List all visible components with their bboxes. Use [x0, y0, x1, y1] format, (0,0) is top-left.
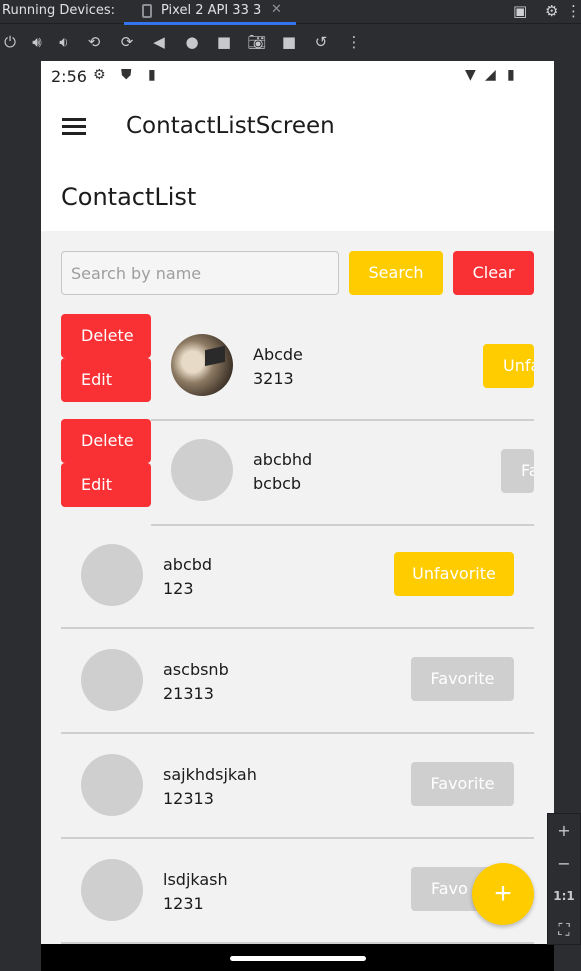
battery-icon: ▮ — [507, 67, 515, 83]
list-item[interactable]: sajkhdsjkah 12313 Favorite — [61, 734, 534, 839]
device-tab[interactable]: Pixel 2 API 33 3 ✕ — [124, 0, 296, 25]
menu-icon[interactable] — [62, 118, 86, 136]
contact-phone: 3213 — [253, 369, 294, 388]
volume-down-icon[interactable]: 🔉︎ — [54, 32, 74, 52]
contact-phone: bcbcb — [253, 474, 302, 493]
video-icon[interactable]: ■ — [279, 32, 299, 52]
close-icon[interactable]: ✕ — [271, 2, 282, 17]
status-time: 2:56 — [51, 67, 87, 86]
more-icon[interactable]: ⋮ — [566, 2, 581, 20]
swipe-actions: Delete Edit — [61, 314, 151, 402]
gesture-nav-bar — [41, 944, 554, 971]
delete-button[interactable]: Delete — [61, 419, 151, 463]
favorite-button[interactable]: Favorite — [411, 762, 514, 806]
contact-name: lsdjkash — [163, 870, 228, 889]
photo-detail — [205, 345, 225, 367]
avatar — [171, 334, 233, 396]
contact-content: Abcde 3213 Unfa — [151, 314, 534, 421]
zoom-actual-size-button[interactable]: 1:1 — [548, 880, 580, 913]
unfavorite-button[interactable]: Unfavorite — [394, 552, 514, 596]
zoom-fit-icon[interactable]: ⛶ — [548, 913, 580, 946]
settings-icon: ⚙ — [93, 67, 106, 83]
home-icon[interactable]: ● — [182, 32, 202, 52]
list-item[interactable]: ascbsnb 21313 Favorite — [61, 629, 534, 734]
edit-button[interactable]: Edit — [61, 358, 151, 402]
emulator-toolbar: ⏻ 🔊︎ 🔉︎ ⟲ ⟳ ◀ ● ■ 📷︎ ■ ↺ ⋮ — [0, 25, 581, 61]
app-bar: ContactListScreen — [41, 91, 554, 163]
shield-icon: ⛊ — [121, 67, 132, 83]
rotate-right-icon[interactable]: ⟳ — [117, 32, 137, 52]
search-input[interactable] — [61, 251, 339, 295]
avatar — [81, 544, 143, 606]
list-item[interactable]: lsdjkash 1231 Favo — [61, 839, 534, 944]
contact-name: ascbsnb — [163, 660, 229, 679]
sd-card-icon: ▮ — [148, 67, 156, 83]
list-item[interactable]: abcbd 123 Unfavorite — [61, 524, 534, 629]
page-title: ContactList — [61, 183, 197, 211]
swipe-actions: Delete Edit — [61, 419, 151, 507]
more-icon[interactable]: ⋮ — [344, 32, 364, 52]
contact-name: abcbd — [163, 555, 213, 574]
favorite-button[interactable]: Fa — [501, 449, 534, 493]
avatar — [81, 649, 143, 711]
unfavorite-button[interactable]: Unfa — [483, 344, 534, 388]
avatar — [171, 439, 233, 501]
add-contact-button[interactable]: + — [472, 863, 534, 925]
camera-icon[interactable]: 📷︎ — [247, 32, 267, 52]
app-title: ContactListScreen — [126, 113, 335, 139]
contact-phone: 123 — [163, 579, 194, 598]
contact-list: Delete Edit Abcde 3213 Unfa Delete Edit … — [61, 314, 534, 944]
overview-icon[interactable]: ■ — [214, 32, 234, 52]
page-header: ContactList — [41, 163, 554, 231]
zoom-out-icon[interactable]: − — [548, 847, 580, 880]
wifi-icon: ▼ — [465, 67, 476, 83]
zoom-in-icon[interactable]: + — [548, 814, 580, 847]
contact-phone: 21313 — [163, 684, 214, 703]
list-item[interactable]: Delete Edit Abcde 3213 Unfa — [61, 314, 534, 421]
favorite-button[interactable]: Favorite — [411, 657, 514, 701]
ide-tab-bar: Running Devices: Pixel 2 API 33 3 ✕ ▣ ⚙ … — [0, 0, 581, 25]
left-gutter — [0, 61, 41, 971]
contact-name: sajkhdsjkah — [163, 765, 257, 784]
signal-icon: ◢ — [485, 67, 496, 83]
contact-name: abcbhd — [253, 450, 313, 469]
running-devices-label: Running Devices: — [2, 3, 116, 18]
search-button[interactable]: Search — [349, 251, 443, 295]
avatar — [81, 754, 143, 816]
contact-phone: 12313 — [163, 789, 214, 808]
layout-icon[interactable]: ▣ — [513, 2, 527, 20]
edit-button[interactable]: Edit — [61, 463, 151, 507]
gear-icon[interactable]: ⚙ — [545, 2, 558, 20]
contact-content: abcbhd bcbcb Fa — [151, 419, 534, 526]
list-item[interactable]: Delete Edit abcbhd bcbcb Fa — [61, 419, 534, 526]
delete-button[interactable]: Delete — [61, 314, 151, 358]
phone-icon — [142, 4, 152, 18]
power-icon[interactable]: ⏻ — [0, 32, 20, 52]
clear-button[interactable]: Clear — [453, 251, 534, 295]
volume-up-icon[interactable]: 🔊︎ — [27, 32, 47, 52]
zoom-panel: + − 1:1 ⛶ — [547, 813, 581, 945]
rotate-left-icon[interactable]: ⟲ — [84, 32, 104, 52]
device-tab-label: Pixel 2 API 33 3 — [161, 3, 262, 18]
avatar — [81, 859, 143, 921]
home-pill[interactable] — [230, 956, 366, 961]
device-screen: 2:56 ⚙ ⛊ ▮ ▼ ◢ ▮ ContactListScreen Conta… — [41, 61, 554, 944]
restore-icon[interactable]: ↺ — [311, 32, 331, 52]
status-bar: 2:56 ⚙ ⛊ ▮ ▼ ◢ ▮ — [41, 61, 554, 91]
contact-name: Abcde — [253, 345, 303, 364]
contact-phone: 1231 — [163, 894, 204, 913]
back-icon[interactable]: ◀ — [149, 32, 169, 52]
